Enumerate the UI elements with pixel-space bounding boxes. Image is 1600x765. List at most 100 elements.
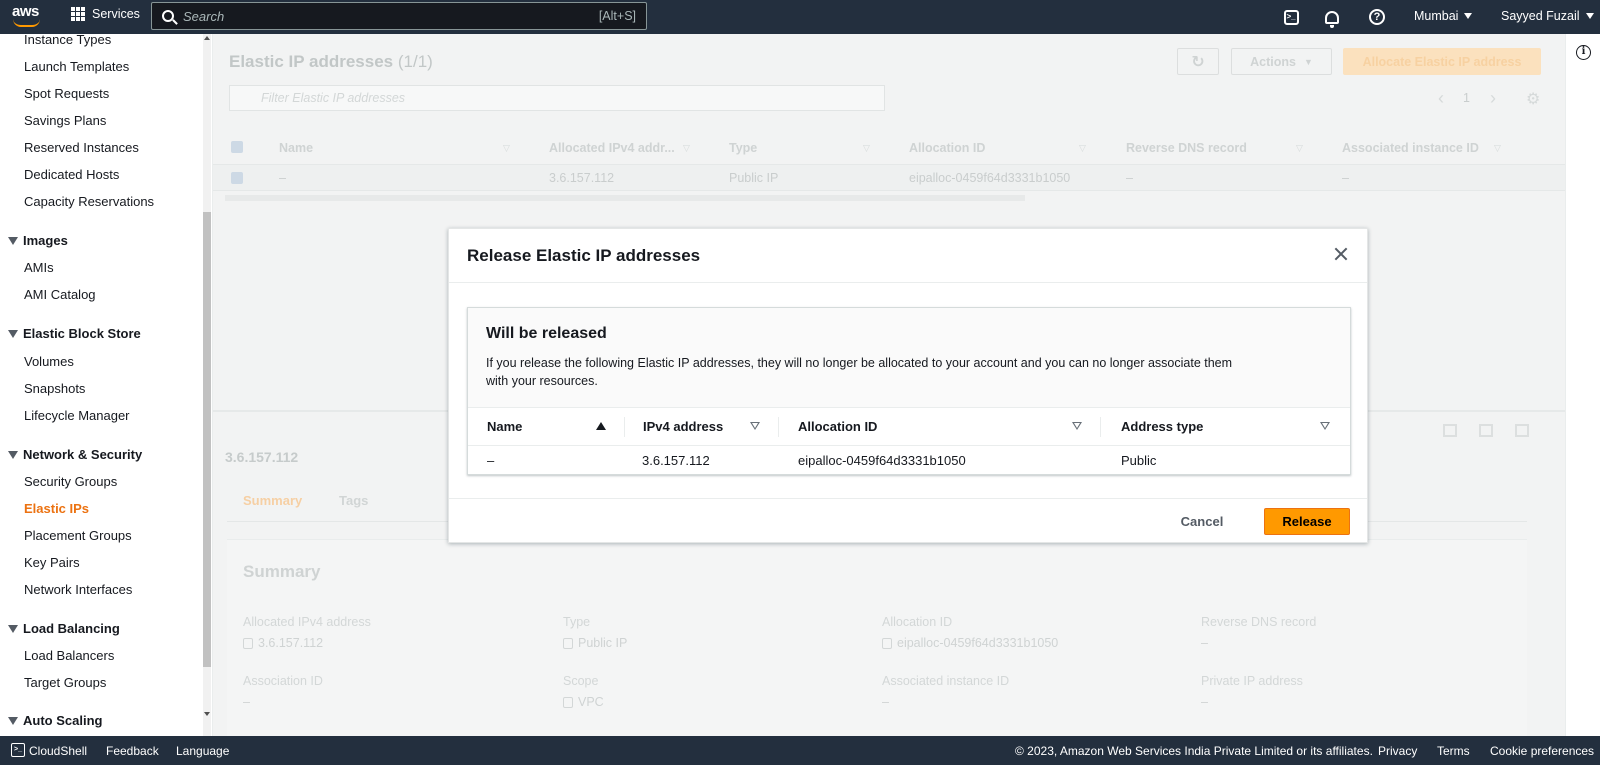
close-icon[interactable] (1329, 242, 1353, 266)
sort-icon[interactable]: ▽ (863, 143, 870, 154)
sort-icon[interactable]: ▽ (1494, 143, 1501, 154)
col-name[interactable]: Name (279, 141, 313, 155)
col-allocation-id[interactable]: Allocation ID (798, 419, 877, 434)
sidebar-section-network-security[interactable]: Network & Security (8, 447, 142, 462)
sort-icon[interactable]: ▽ (503, 143, 510, 154)
sidebar-section-ebs[interactable]: Elastic Block Store (8, 326, 141, 341)
col-address-type[interactable]: Address type (1121, 419, 1203, 434)
sidebar-item-network-interfaces[interactable]: Network Interfaces (24, 582, 132, 597)
row-checkbox[interactable] (231, 172, 243, 184)
aws-logo[interactable]: aws (12, 4, 44, 30)
panel-full-icon[interactable] (1515, 424, 1529, 437)
sidebar-item-elastic-ips[interactable]: Elastic IPs (24, 501, 89, 516)
help-button[interactable]: ? (1367, 7, 1387, 27)
footer-terms-link[interactable]: Terms (1437, 744, 1470, 758)
search-placeholder: Search (183, 8, 225, 24)
sidebar-item-load-balancers[interactable]: Load Balancers (24, 648, 114, 663)
cloudshell-nav-button[interactable]: >_ (1281, 7, 1301, 27)
association-id-value: – (243, 695, 250, 709)
scroll-up-icon[interactable] (204, 36, 210, 40)
panel-bottom-icon[interactable] (1443, 424, 1457, 437)
col-name[interactable]: Name (487, 419, 522, 434)
col-ipv4-address[interactable]: IPv4 address (643, 419, 723, 434)
sidebar-item-dedicated-hosts[interactable]: Dedicated Hosts (24, 167, 119, 182)
col-associated-instance[interactable]: Associated instance ID (1342, 141, 1479, 155)
sidebar-item-spot-requests[interactable]: Spot Requests (24, 86, 109, 101)
row-ipv4[interactable]: 3.6.157.112 (549, 171, 614, 185)
copy-icon[interactable] (563, 696, 573, 708)
row-allocation-id[interactable]: eipalloc-0459f64d3331b1050 (909, 171, 1070, 185)
sort-icon[interactable]: ▽ (683, 143, 690, 154)
sort-icon[interactable] (750, 422, 760, 430)
sidebar-scrollbar[interactable] (203, 34, 211, 736)
tab-summary[interactable]: Summary (243, 493, 302, 508)
copy-icon[interactable] (243, 637, 253, 649)
notifications-button[interactable] (1322, 7, 1342, 28)
sidebar-section-images[interactable]: Images (8, 233, 68, 248)
sort-icon[interactable]: ▽ (1296, 143, 1303, 154)
sort-icon[interactable] (1320, 422, 1330, 430)
sort-ascending-icon[interactable] (596, 422, 606, 430)
prev-page-icon[interactable]: ‹ (1438, 88, 1444, 109)
copy-icon[interactable] (882, 637, 892, 649)
sidebar-item-lifecycle-manager[interactable]: Lifecycle Manager (24, 408, 130, 423)
next-page-icon[interactable]: › (1490, 88, 1496, 109)
sidebar-item-placement-groups[interactable]: Placement Groups (24, 528, 132, 543)
footer-privacy-link[interactable]: Privacy (1378, 744, 1417, 758)
sidebar-item-volumes[interactable]: Volumes (24, 354, 74, 369)
sidebar-item-savings-plans[interactable]: Savings Plans (24, 113, 106, 128)
footer-language-link[interactable]: Language (176, 744, 229, 758)
allocate-elastic-ip-button[interactable]: Allocate Elastic IP address (1343, 48, 1541, 75)
summary-heading: Summary (243, 562, 321, 581)
panel-side-icon[interactable] (1479, 424, 1493, 437)
sidebar-item-amis[interactable]: AMIs (24, 260, 54, 275)
scrollbar-thumb[interactable] (225, 195, 1025, 201)
table-horizontal-scrollbar[interactable] (213, 194, 1523, 202)
table-row[interactable]: – 3.6.157.112 Public IP eipalloc-0459f64… (213, 165, 1565, 191)
sidebar-item-reserved-instances[interactable]: Reserved Instances (24, 140, 139, 155)
scroll-down-icon[interactable] (204, 712, 210, 716)
assoc-instance-value: – (882, 695, 889, 709)
col-allocation-id[interactable]: Allocation ID (909, 141, 985, 155)
footer-cookie-link[interactable]: Cookie preferences (1490, 744, 1594, 758)
sidebar-item-capacity-reservations[interactable]: Capacity Reservations (24, 194, 154, 209)
copy-icon[interactable] (563, 637, 573, 649)
refresh-button[interactable]: ↻ (1177, 48, 1219, 75)
user-menu[interactable]: Sayyed Fuzail (1501, 9, 1594, 23)
sidebar-section-load-balancing[interactable]: Load Balancing (8, 621, 120, 636)
info-icon[interactable]: i (1576, 45, 1591, 60)
release-button[interactable]: Release (1264, 508, 1350, 535)
region-selector[interactable]: Mumbai (1414, 9, 1473, 23)
sort-icon[interactable] (1072, 422, 1082, 430)
card-description: If you release the following Elastic IP … (486, 356, 1233, 388)
allocation-id-value: eipalloc-0459f64d3331b1050 (882, 636, 1058, 650)
row-reverse-dns: – (1126, 171, 1133, 185)
sidebar-item-instance-types[interactable]: Instance Types (24, 34, 111, 47)
services-menu-button[interactable]: Services (71, 7, 140, 21)
search-input[interactable]: Search [Alt+S] (151, 2, 647, 30)
footer-feedback-link[interactable]: Feedback (106, 744, 159, 758)
tab-tags[interactable]: Tags (339, 493, 368, 508)
col-allocated-ipv4[interactable]: Allocated IPv4 addr... (549, 141, 675, 155)
filter-input[interactable]: Filter Elastic IP addresses (229, 85, 885, 111)
release-eip-modal: Release Elastic IP addresses Will be rel… (448, 228, 1368, 543)
select-all-checkbox[interactable] (231, 141, 243, 153)
scrollbar-thumb[interactable] (203, 212, 211, 667)
type-value: Public IP (563, 636, 627, 650)
col-reverse-dns[interactable]: Reverse DNS record (1126, 141, 1247, 155)
footer-cloudshell-link[interactable]: CloudShell (29, 744, 87, 758)
sidebar-item-target-groups[interactable]: Target Groups (24, 675, 106, 690)
private-ip-value: – (1201, 695, 1208, 709)
sidebar-item-snapshots[interactable]: Snapshots (24, 381, 85, 396)
sidebar-item-ami-catalog[interactable]: AMI Catalog (24, 287, 96, 302)
sidebar-item-launch-templates[interactable]: Launch Templates (24, 59, 129, 74)
sidebar-item-key-pairs[interactable]: Key Pairs (24, 555, 80, 570)
actions-button[interactable]: Actions ▼ (1231, 48, 1332, 75)
sort-icon[interactable]: ▽ (1079, 143, 1086, 154)
sidebar-item-security-groups[interactable]: Security Groups (24, 474, 117, 489)
sidebar-section-auto-scaling[interactable]: Auto Scaling (8, 713, 102, 728)
page-number[interactable]: 1 (1463, 91, 1470, 105)
cancel-button[interactable]: Cancel (1173, 508, 1231, 535)
col-type[interactable]: Type (729, 141, 757, 155)
settings-gear-icon[interactable]: ⚙ (1526, 89, 1540, 109)
